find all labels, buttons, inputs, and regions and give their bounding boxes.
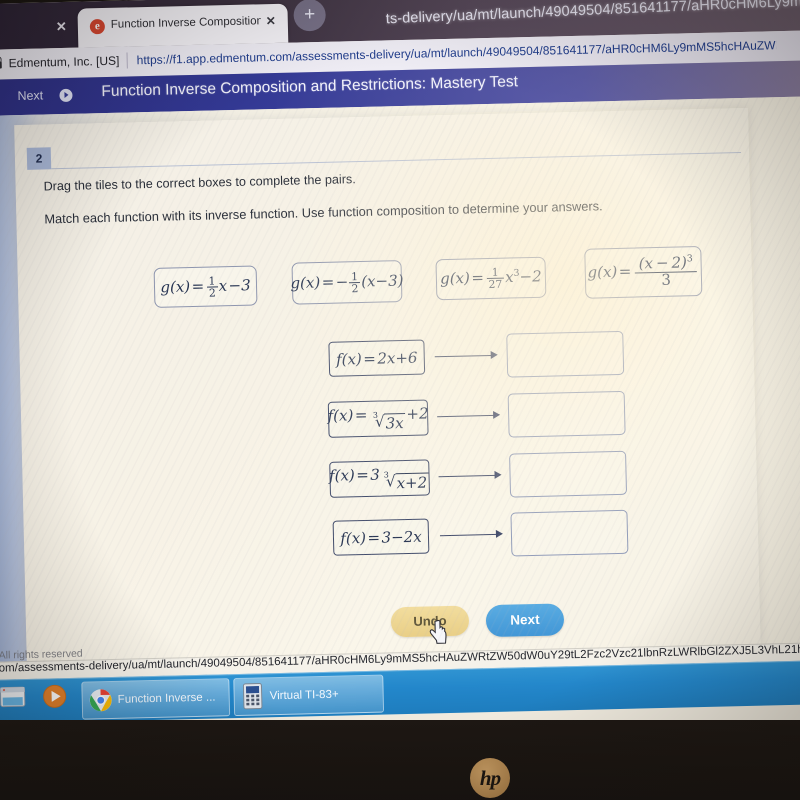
match-tile-row-1[interactable]: f(x) = 2x+6 (328, 339, 426, 377)
arrow-icon-row-4 (439, 529, 504, 543)
match-tile-row-4[interactable]: f(x) = 3−2x (332, 518, 430, 556)
answer-tile-g3[interactable]: g(x) = 1 27 x3−2 (435, 256, 547, 301)
next-button[interactable]: Next (485, 603, 565, 638)
answer-bank: g(x) = 12x −3 g(x) = −1 2 (x−3) g(x) = 1 27… (0, 0, 800, 752)
mouse-cursor-hand-icon (429, 619, 450, 645)
drop-zone-row-2[interactable] (507, 390, 626, 438)
calculator-icon (242, 683, 263, 710)
match-tile-row-2[interactable]: f(x) = 3 √ 3x +2 (327, 399, 429, 438)
laptop-bezel (0, 720, 800, 800)
arrow-icon-row-3 (438, 470, 502, 484)
chrome-icon (89, 689, 112, 712)
answer-tile-g4[interactable]: g(x) = (x − 2)3 3 (584, 245, 703, 299)
laptop-screen: ✕ e Function Inverse Composition an ✕ + … (0, 0, 800, 752)
arrow-icon-row-2 (437, 410, 501, 424)
arrow-icon-row-1 (434, 350, 499, 364)
drop-zone-row-1[interactable] (506, 330, 625, 378)
answer-tile-g1[interactable]: g(x) = 12x −3 (153, 265, 258, 308)
taskbar-item-ti83[interactable]: Virtual TI-83+ (233, 674, 385, 717)
media-player-icon[interactable] (41, 683, 68, 715)
hp-logo-text: hp (479, 766, 501, 790)
drop-zone-row-3[interactable] (509, 450, 628, 498)
match-tile-row-3[interactable]: f(x) = 3 3 √ x+2 (329, 459, 431, 498)
answer-tile-g2[interactable]: g(x) = −1 2 (x−3) (290, 260, 404, 305)
explorer-icon[interactable] (0, 685, 26, 715)
taskbar-item-ti83-label: Virtual TI-83+ (269, 688, 339, 703)
taskbar-item-chrome-label: Function Inverse ... (117, 691, 216, 706)
drop-zone-row-4[interactable] (510, 509, 629, 557)
taskbar-item-chrome[interactable]: Function Inverse ... (81, 678, 231, 720)
hp-logo: hp (470, 758, 510, 798)
photograph-of-laptop: ✕ e Function Inverse Composition an ✕ + … (0, 0, 800, 800)
